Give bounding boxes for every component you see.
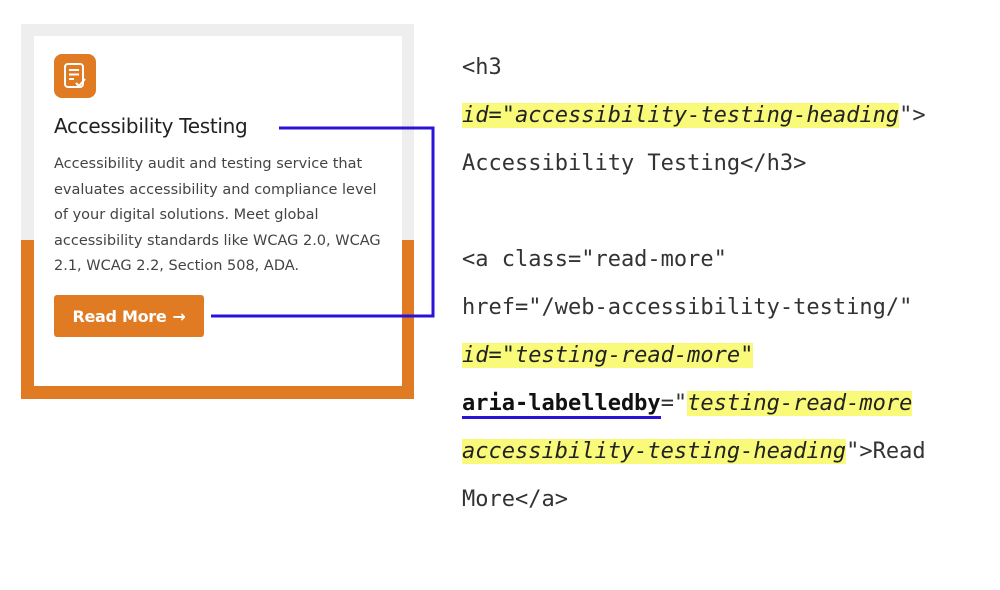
code-line: href="/web-accessibility-testing/" (462, 284, 992, 332)
highlight-heading-id: id="accessibility-testing-heading (462, 103, 900, 128)
code-line: id="accessibility-testing-heading"> (462, 92, 992, 140)
code-anchor-close: More</a> (462, 487, 568, 512)
code-line: accessibility-testing-heading">Read (462, 428, 992, 476)
code-text: ">Read (846, 439, 926, 464)
code-h3-content: Accessibility Testing</h3> (462, 151, 807, 176)
highlight-labelledby-value: accessibility-testing-heading (462, 439, 847, 464)
code-href: href="/web-accessibility-testing/" (462, 295, 913, 320)
code-line: More</a> (462, 476, 992, 524)
highlight-labelledby-value: testing-read-more (687, 391, 913, 416)
code-text: "> (899, 103, 926, 128)
code-snippet: <h3 id="accessibility-testing-heading"> … (462, 44, 992, 524)
code-line: Accessibility Testing</h3> (462, 140, 992, 188)
code-line: <a class="read-more" (462, 236, 992, 284)
highlight-link-id: id="testing-read-more" (462, 343, 754, 368)
aria-labelledby-attribute: aria-labelledby (462, 391, 661, 419)
code-line: id="testing-read-more" (462, 332, 992, 380)
code-line: aria-labelledby="testing-read-more (462, 380, 992, 428)
code-h3-open: <h3 (462, 55, 502, 80)
code-anchor-open: <a class="read-more" (462, 247, 727, 272)
code-text: =" (660, 391, 688, 416)
code-line: <h3 (462, 44, 992, 92)
